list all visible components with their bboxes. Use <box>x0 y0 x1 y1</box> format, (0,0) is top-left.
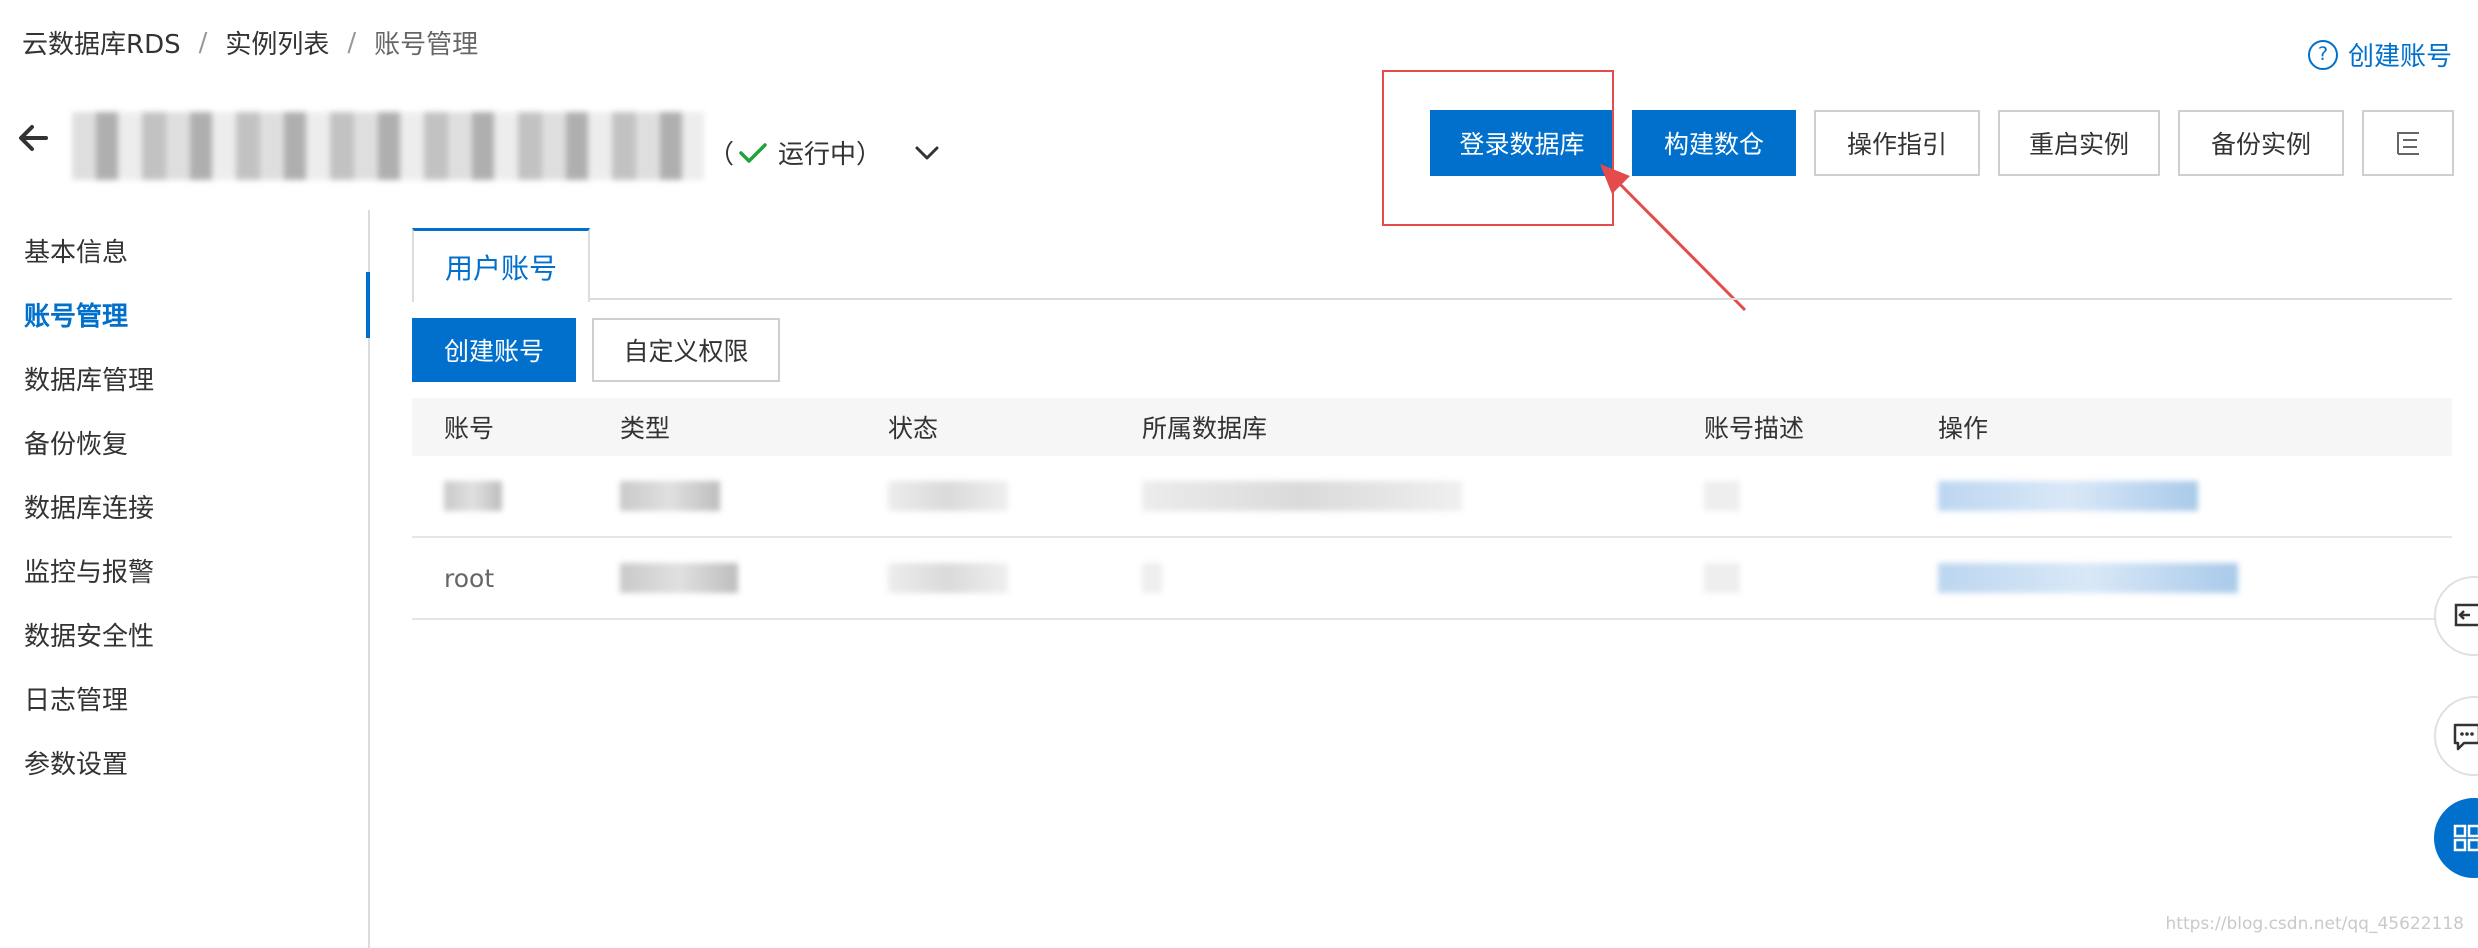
sidebar-item-database-connection[interactable]: 数据库连接 <box>24 488 154 525</box>
column-database: 所属数据库 <box>1142 414 1268 443</box>
chat-icon <box>2453 723 2478 751</box>
row-actions-cell[interactable] <box>1938 538 2238 618</box>
sidebar-item-database-management[interactable]: 数据库管理 <box>24 360 154 397</box>
redacted-text <box>1142 563 1162 593</box>
table-header: 账号 类型 状态 所属数据库 账号描述 操作 <box>412 398 2452 456</box>
type-cell <box>620 456 720 536</box>
column-status: 状态 <box>888 414 939 443</box>
redacted-text <box>888 481 1008 511</box>
instance-name-redacted <box>72 112 704 180</box>
column-account: 账号 <box>444 414 495 443</box>
breadcrumb: 云数据库RDS / 实例列表 / 账号管理 <box>22 24 478 61</box>
column-type: 类型 <box>620 414 671 443</box>
more-menu-button[interactable] <box>2362 110 2454 176</box>
chevron-down-icon[interactable] <box>912 138 942 168</box>
breadcrumb-current: 账号管理 <box>374 30 479 60</box>
account-name: root <box>444 563 495 593</box>
instance-status: （ 运行中 ） <box>708 134 942 171</box>
breadcrumb-instance-list[interactable]: 实例列表 <box>225 24 329 61</box>
sidebar-item-basic-info[interactable]: 基本信息 <box>24 232 128 269</box>
description-cell <box>1704 456 1740 536</box>
instance-actions: 登录数据库 构建数仓 操作指引 重启实例 备份实例 <box>1430 110 2454 176</box>
redacted-text <box>1704 481 1740 511</box>
create-account-button[interactable]: 创建账号 <box>412 318 576 382</box>
type-cell <box>620 538 738 618</box>
account-toolbar: 创建账号 自定义权限 <box>412 318 780 382</box>
sidebar-item-backup-restore[interactable]: 备份恢复 <box>24 424 128 461</box>
status-paren-open: （ <box>708 140 735 170</box>
table-row <box>412 456 2452 538</box>
reboot-instance-button[interactable]: 重启实例 <box>1998 110 2160 176</box>
account-name-cell <box>444 456 502 536</box>
status-cell <box>888 456 1008 536</box>
redacted-text <box>1704 563 1740 593</box>
sidebar-item-account-management[interactable]: 账号管理 <box>24 296 128 333</box>
custom-permissions-button[interactable]: 自定义权限 <box>592 318 780 382</box>
help-link-label: 创建账号 <box>2347 42 2452 72</box>
list-icon <box>2397 132 2419 155</box>
breadcrumb-rds[interactable]: 云数据库RDS <box>22 24 181 61</box>
sidebar-item-parameter-settings[interactable]: 参数设置 <box>24 744 128 781</box>
login-database-button[interactable]: 登录数据库 <box>1430 110 1614 176</box>
backup-instance-button[interactable]: 备份实例 <box>2178 110 2344 176</box>
breadcrumb-separator: / <box>198 27 208 58</box>
description-cell <box>1704 538 1740 618</box>
check-icon <box>739 142 767 163</box>
operation-guide-button[interactable]: 操作指引 <box>1814 110 1980 176</box>
apps-float-button[interactable] <box>2434 798 2478 878</box>
redacted-links[interactable] <box>1938 563 2238 593</box>
breadcrumb-separator: / <box>347 27 357 58</box>
create-account-help-link[interactable]: ? 创建账号 <box>2307 36 2452 73</box>
column-actions: 操作 <box>1938 414 1989 443</box>
redacted-text <box>1142 481 1462 511</box>
database-cell <box>1142 538 1162 618</box>
database-cell <box>1142 456 1462 536</box>
active-nav-indicator <box>366 272 370 338</box>
table-row: root <box>412 538 2452 620</box>
row-actions-cell[interactable] <box>1938 456 2198 536</box>
column-description: 账号描述 <box>1704 414 1805 443</box>
sidebar-item-log-management[interactable]: 日志管理 <box>24 680 128 717</box>
sidebar-item-monitoring-alerts[interactable]: 监控与报警 <box>24 552 154 589</box>
grid-icon <box>2453 824 2478 852</box>
redacted-links[interactable] <box>1938 481 2198 511</box>
redacted-text <box>620 563 738 593</box>
sidebar: 基本信息 账号管理 数据库管理 备份恢复 数据库连接 监控与报警 数据安全性 日… <box>0 210 370 948</box>
redacted-text <box>620 481 720 511</box>
account-tabs: 用户账号 <box>412 228 2452 302</box>
status-cell <box>888 538 1008 618</box>
watermark: https://blog.csdn.net/qq_45622118 <box>2165 914 2464 934</box>
redacted-text <box>888 563 1008 593</box>
sidebar-item-data-security[interactable]: 数据安全性 <box>24 616 154 653</box>
chat-float-button[interactable] <box>2434 696 2478 776</box>
back-arrow-icon[interactable] <box>16 118 56 158</box>
account-name-cell: root <box>444 538 494 618</box>
exit-icon <box>2454 603 2478 627</box>
status-paren-close: ） <box>856 140 883 170</box>
build-warehouse-button[interactable]: 构建数仓 <box>1632 110 1796 176</box>
question-circle-icon: ? <box>2307 39 2338 70</box>
tab-user-accounts[interactable]: 用户账号 <box>412 228 590 302</box>
status-text: 运行中 <box>778 140 857 170</box>
redacted-text <box>444 481 502 511</box>
accounts-table: 账号 类型 状态 所属数据库 账号描述 操作 root <box>412 398 2452 620</box>
